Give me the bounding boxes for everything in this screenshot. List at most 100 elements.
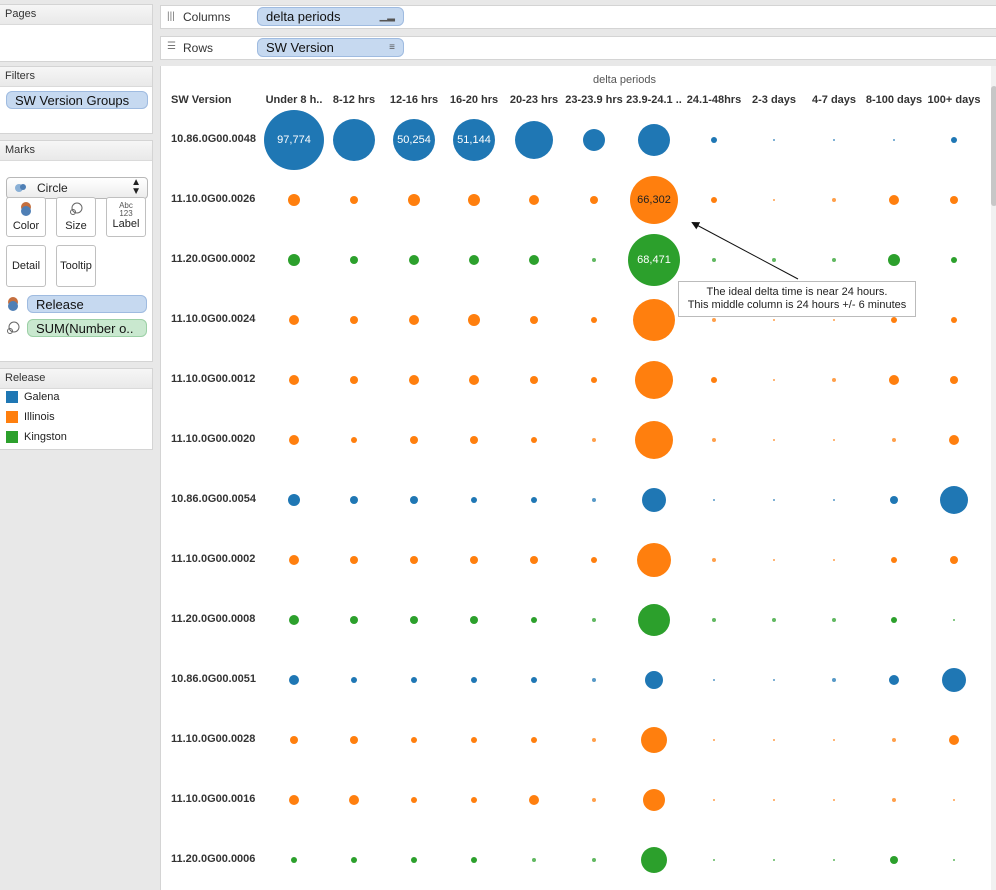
mark-circle[interactable] bbox=[592, 678, 596, 682]
mark-circle[interactable] bbox=[711, 137, 717, 143]
mark-circle[interactable] bbox=[773, 739, 775, 741]
row-header[interactable]: 10.86.0G00.0048 bbox=[171, 133, 256, 145]
mark-circle[interactable] bbox=[350, 316, 358, 324]
mark-circle[interactable] bbox=[515, 121, 553, 159]
mark-circle[interactable] bbox=[289, 675, 299, 685]
mark-circle[interactable] bbox=[711, 197, 717, 203]
mark-circle[interactable] bbox=[592, 498, 596, 502]
mark-circle[interactable] bbox=[950, 196, 958, 204]
mark-circle[interactable] bbox=[951, 137, 957, 143]
mark-circle[interactable] bbox=[471, 797, 477, 803]
mark-circle[interactable] bbox=[773, 439, 775, 441]
mark-circle[interactable] bbox=[531, 497, 537, 503]
legend-item-kingston[interactable]: Kingston bbox=[6, 431, 67, 445]
row-header[interactable]: 11.20.0G00.0002 bbox=[171, 253, 255, 265]
mark-circle[interactable] bbox=[471, 497, 477, 503]
mark-circle[interactable] bbox=[638, 124, 670, 156]
mark-circle[interactable] bbox=[892, 798, 896, 802]
annotation-box[interactable]: The ideal delta time is near 24 hours. T… bbox=[678, 281, 916, 317]
mark-circle[interactable] bbox=[949, 435, 959, 445]
mark-circle[interactable] bbox=[411, 797, 417, 803]
mark-circle[interactable] bbox=[289, 435, 299, 445]
mark-circle[interactable] bbox=[953, 859, 955, 861]
mark-circle[interactable] bbox=[350, 196, 358, 204]
mark-circle[interactable] bbox=[471, 677, 477, 683]
mark-circle[interactable] bbox=[470, 436, 478, 444]
mark-circle[interactable] bbox=[891, 317, 897, 323]
mark-circle[interactable] bbox=[590, 196, 598, 204]
mark-circle[interactable] bbox=[712, 618, 716, 622]
mark-circle[interactable] bbox=[289, 795, 299, 805]
mark-circle[interactable] bbox=[635, 361, 673, 399]
mark-circle[interactable] bbox=[531, 437, 537, 443]
mark-circle[interactable] bbox=[713, 859, 715, 861]
row-header[interactable]: 11.10.0G00.0002 bbox=[171, 553, 255, 565]
row-header[interactable]: 11.20.0G00.0008 bbox=[171, 613, 255, 625]
color-button[interactable]: Color bbox=[6, 197, 46, 237]
mark-circle[interactable] bbox=[409, 315, 419, 325]
rows-pill[interactable]: SW Version ≡ bbox=[257, 38, 404, 57]
mark-circle[interactable] bbox=[890, 856, 898, 864]
mark-circle[interactable] bbox=[411, 737, 417, 743]
color-field-pill[interactable]: Release bbox=[27, 295, 147, 313]
mark-circle[interactable] bbox=[633, 299, 675, 341]
mark-circle[interactable] bbox=[889, 675, 899, 685]
mark-circle[interactable] bbox=[291, 857, 297, 863]
mark-circle[interactable] bbox=[351, 677, 357, 683]
mark-circle[interactable] bbox=[773, 859, 775, 861]
mark-circle[interactable] bbox=[468, 314, 480, 326]
mark-circle[interactable] bbox=[410, 556, 418, 564]
row-header[interactable]: 11.10.0G00.0028 bbox=[171, 733, 255, 745]
mark-circle[interactable] bbox=[408, 194, 420, 206]
mark-circle[interactable] bbox=[711, 377, 717, 383]
mark-circle[interactable] bbox=[592, 258, 596, 262]
mark-type-select[interactable]: Circle ▲ ▼ bbox=[6, 177, 148, 199]
mark-circle[interactable] bbox=[949, 735, 959, 745]
mark-circle[interactable] bbox=[289, 375, 299, 385]
mark-circle[interactable] bbox=[469, 255, 479, 265]
mark-circle[interactable] bbox=[351, 437, 357, 443]
mark-circle[interactable] bbox=[773, 799, 775, 801]
mark-circle[interactable] bbox=[833, 559, 835, 561]
mark-circle[interactable] bbox=[832, 678, 836, 682]
mark-circle[interactable] bbox=[410, 436, 418, 444]
mark-circle[interactable] bbox=[713, 739, 715, 741]
mark-circle[interactable] bbox=[889, 195, 899, 205]
mark-circle[interactable] bbox=[530, 376, 538, 384]
mark-circle[interactable] bbox=[591, 557, 597, 563]
mark-circle[interactable] bbox=[411, 677, 417, 683]
mark-circle[interactable] bbox=[892, 438, 896, 442]
mark-circle[interactable] bbox=[583, 129, 605, 151]
mark-circle[interactable] bbox=[643, 789, 665, 811]
mark-circle[interactable] bbox=[638, 604, 670, 636]
mark-circle[interactable]: 68,471 bbox=[628, 234, 680, 286]
mark-circle[interactable] bbox=[641, 727, 667, 753]
mark-circle[interactable] bbox=[833, 319, 835, 321]
mark-circle[interactable] bbox=[530, 556, 538, 564]
mark-circle[interactable] bbox=[471, 737, 477, 743]
mark-circle[interactable] bbox=[773, 199, 775, 201]
mark-circle[interactable] bbox=[888, 254, 900, 266]
row-header[interactable]: 10.86.0G00.0051 bbox=[171, 673, 256, 685]
legend-item-galena[interactable]: Galena bbox=[6, 391, 59, 405]
mark-circle[interactable] bbox=[409, 255, 419, 265]
mark-circle[interactable] bbox=[712, 258, 716, 262]
mark-circle[interactable] bbox=[531, 737, 537, 743]
mark-circle[interactable] bbox=[773, 319, 775, 321]
mark-circle[interactable] bbox=[410, 496, 418, 504]
mark-circle[interactable] bbox=[289, 615, 299, 625]
mark-circle[interactable] bbox=[289, 555, 299, 565]
mark-circle[interactable] bbox=[833, 139, 835, 141]
mark-circle[interactable] bbox=[832, 198, 836, 202]
mark-circle[interactable] bbox=[892, 738, 896, 742]
vertical-scrollbar[interactable] bbox=[991, 66, 996, 890]
mark-circle[interactable] bbox=[532, 858, 536, 862]
mark-circle[interactable] bbox=[349, 795, 359, 805]
mark-circle[interactable] bbox=[529, 195, 539, 205]
mark-circle[interactable] bbox=[940, 486, 968, 514]
mark-circle[interactable] bbox=[951, 257, 957, 263]
row-header[interactable]: 11.10.0G00.0024 bbox=[171, 313, 255, 325]
mark-circle[interactable] bbox=[351, 857, 357, 863]
mark-circle[interactable] bbox=[289, 315, 299, 325]
size-field-pill[interactable]: SUM(Number o.. bbox=[27, 319, 147, 337]
